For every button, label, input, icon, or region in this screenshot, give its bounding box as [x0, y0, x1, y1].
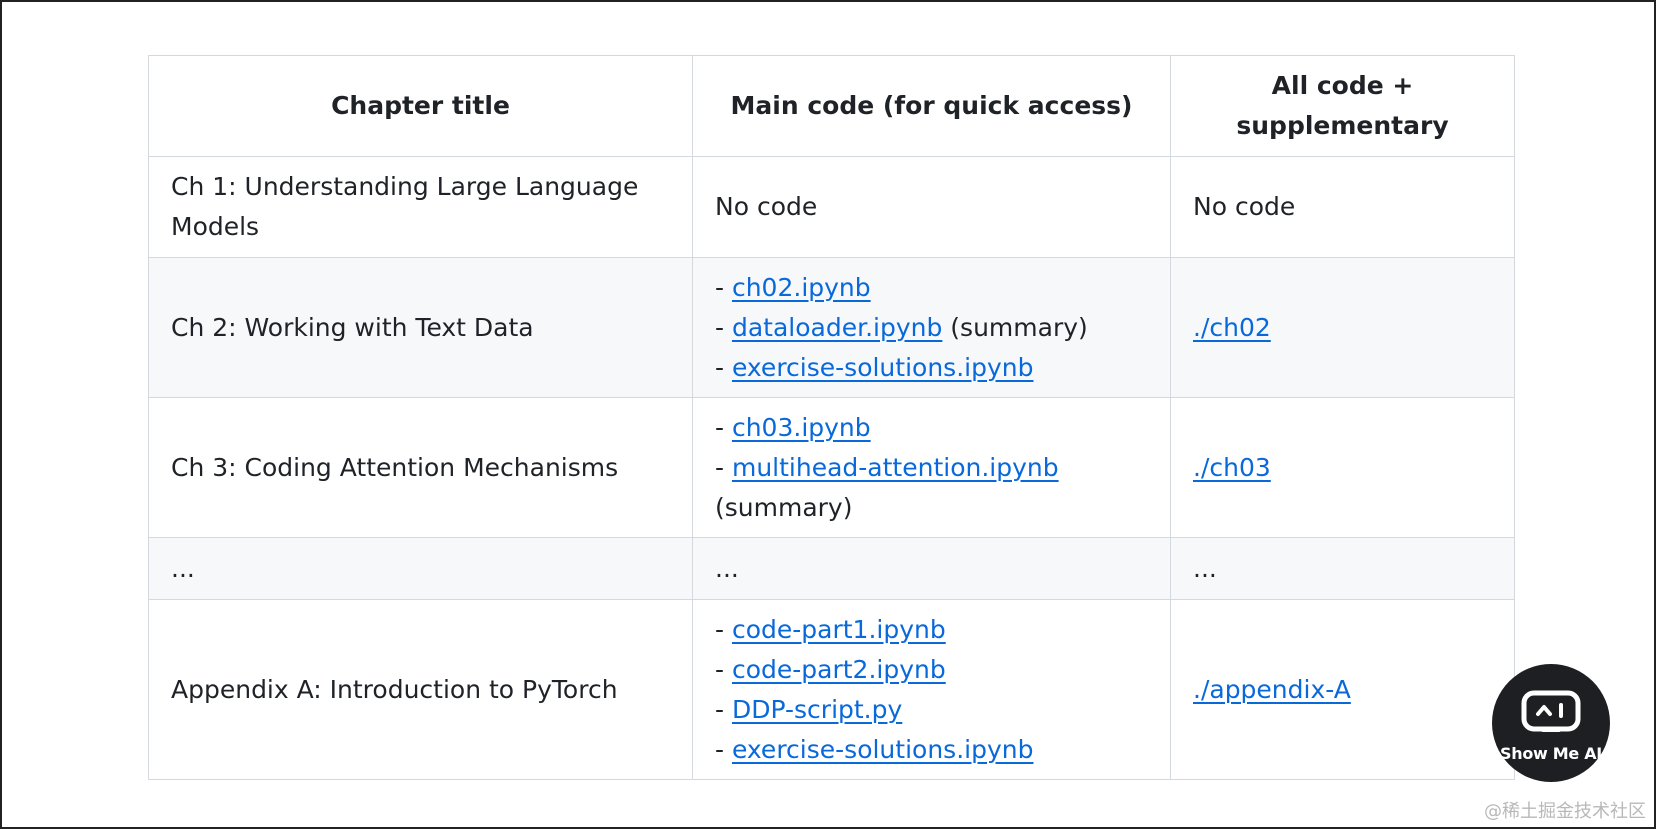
table-row: Ch 1: Understanding Large Language Model… — [148, 156, 1515, 258]
list-dash: - — [715, 614, 732, 644]
folder-link[interactable]: ./ch02 — [1193, 313, 1271, 342]
code-link[interactable]: multihead-attention.ipynb — [732, 453, 1059, 482]
all-code-cell: ./ch03 — [1170, 397, 1515, 538]
table-header-row: Chapter title Main code (for quick acces… — [148, 55, 1515, 157]
chapter-cell: Ch 1: Understanding Large Language Model… — [148, 156, 693, 258]
code-link[interactable]: exercise-solutions.ipynb — [732, 353, 1034, 382]
list-dash: - — [715, 412, 732, 442]
main-code-cell: - ch02.ipynb - dataloader.ipynb (summary… — [692, 257, 1171, 398]
chapter-cell: ... — [148, 537, 693, 600]
code-line: - ch03.ipynb — [715, 408, 1148, 448]
watermark: @稀土掘金技术社区 — [1484, 801, 1646, 822]
main-code-cell: ... — [692, 537, 1171, 600]
code-link[interactable]: exercise-solutions.ipynb — [732, 735, 1034, 764]
table-row: ... ... ... — [148, 537, 1515, 600]
all-code-cell: ... — [1170, 537, 1515, 600]
chapter-cell: Ch 2: Working with Text Data — [148, 257, 693, 398]
code-line: - ch02.ipynb — [715, 268, 1148, 308]
list-dash: - — [715, 654, 732, 684]
list-dash: - — [715, 352, 732, 382]
list-dash: - — [715, 312, 732, 342]
chapter-cell: Appendix A: Introduction to PyTorch — [148, 599, 693, 780]
robot-face-icon — [1521, 690, 1581, 740]
link-note: (summary) — [715, 492, 853, 522]
show-me-ai-badge[interactable]: Show Me AI — [1492, 664, 1610, 782]
link-note: (summary) — [942, 312, 1088, 342]
main-code-cell: - ch03.ipynb - multihead-attention.ipynb… — [692, 397, 1171, 538]
code-link[interactable]: code-part1.ipynb — [732, 615, 946, 644]
header-chapter-title: Chapter title — [148, 55, 693, 157]
code-link[interactable]: ch03.ipynb — [732, 413, 871, 442]
all-code-cell: No code — [1170, 156, 1515, 258]
code-link[interactable]: ch02.ipynb — [732, 273, 871, 302]
chapters-table: Chapter title Main code (for quick acces… — [148, 55, 1515, 780]
list-dash: - — [715, 452, 732, 482]
code-line: - exercise-solutions.ipynb — [715, 348, 1148, 388]
code-line: - code-part1.ipynb — [715, 610, 1148, 650]
code-line: - dataloader.ipynb (summary) — [715, 308, 1148, 348]
table-row: Ch 3: Coding Attention Mechanisms - ch03… — [148, 397, 1515, 538]
list-dash: - — [715, 694, 732, 724]
main-code-cell: - code-part1.ipynb - code-part2.ipynb - … — [692, 599, 1171, 780]
chapter-cell: Ch 3: Coding Attention Mechanisms — [148, 397, 693, 538]
code-line: - code-part2.ipynb — [715, 650, 1148, 690]
code-link[interactable]: code-part2.ipynb — [732, 655, 946, 684]
header-all-code: All code + supplementary — [1170, 55, 1515, 157]
header-main-code: Main code (for quick access) — [692, 55, 1171, 157]
folder-link[interactable]: ./appendix-A — [1193, 675, 1351, 704]
all-code-cell: ./ch02 — [1170, 257, 1515, 398]
list-dash: - — [715, 734, 732, 764]
table-row: Appendix A: Introduction to PyTorch - co… — [148, 599, 1515, 780]
folder-link[interactable]: ./ch03 — [1193, 453, 1271, 482]
code-line: - DDP-script.py — [715, 690, 1148, 730]
code-line: - multihead-attention.ipynb — [715, 448, 1148, 488]
table-row: Ch 2: Working with Text Data - ch02.ipyn… — [148, 257, 1515, 398]
code-link[interactable]: dataloader.ipynb — [732, 313, 942, 342]
list-dash: - — [715, 272, 732, 302]
all-code-cell: ./appendix-A — [1170, 599, 1515, 780]
code-link[interactable]: DDP-script.py — [732, 695, 902, 724]
main-code-cell: No code — [692, 156, 1171, 258]
badge-label: Show Me AI — [1500, 744, 1602, 763]
code-line: - exercise-solutions.ipynb — [715, 730, 1148, 770]
